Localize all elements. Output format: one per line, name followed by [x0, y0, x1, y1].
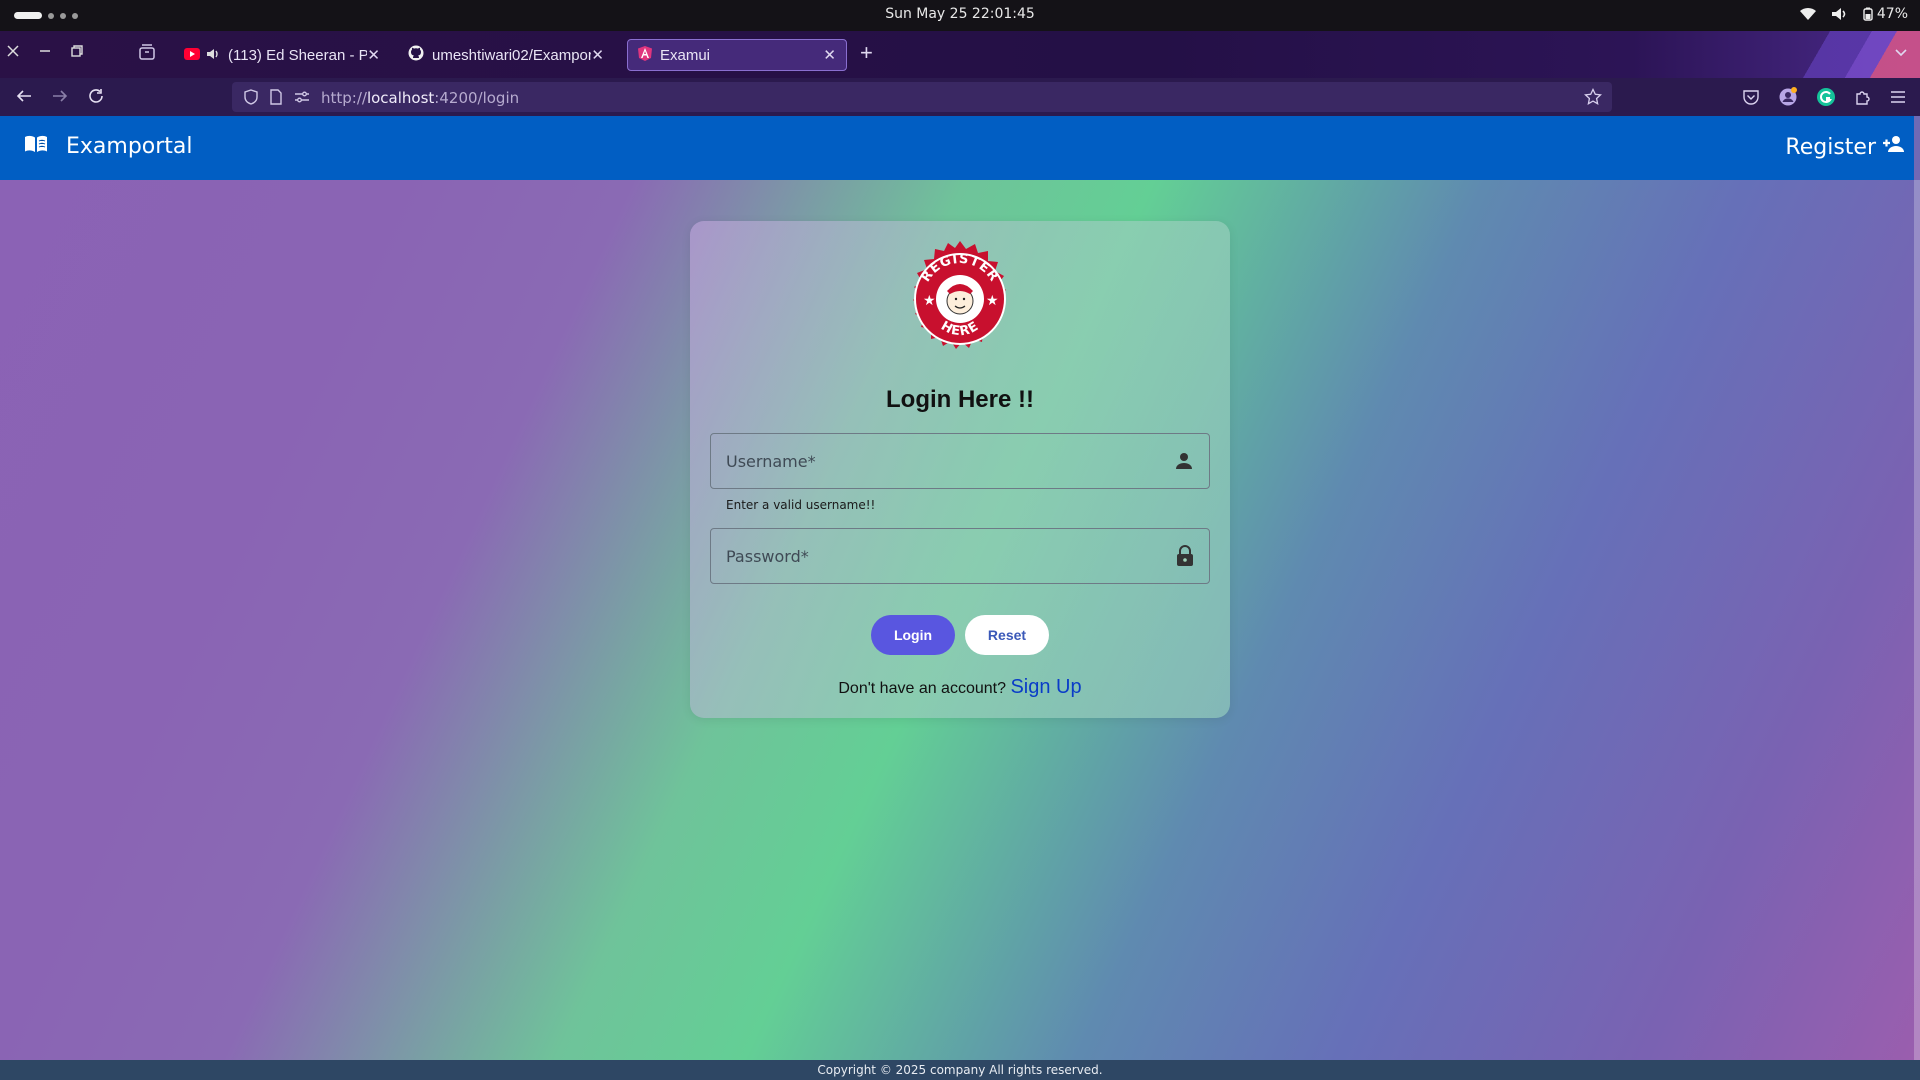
hamburger-menu-icon[interactable]	[1890, 90, 1906, 109]
pocket-icon[interactable]	[1742, 88, 1760, 111]
menu-book-icon	[24, 134, 48, 159]
permissions-icon[interactable]	[294, 89, 310, 110]
close-tab-icon[interactable]: ✕	[823, 46, 836, 64]
url-scheme: http://	[321, 89, 367, 107]
register-button[interactable]: Register	[1785, 134, 1906, 160]
tab-title: umeshtiwari02/Examport	[432, 46, 592, 64]
register-here-logo: REGISTER HERE ★ ★	[900, 239, 1020, 359]
tab-title: Examui	[660, 46, 711, 64]
audio-playing-icon[interactable]	[206, 47, 220, 64]
login-card: REGISTER HERE ★ ★ Login Here !! Username…	[690, 221, 1230, 718]
system-clock[interactable]: Sun May 25 22:01:45	[0, 6, 1920, 22]
restore-window-icon[interactable]	[70, 44, 84, 63]
new-tab-icon[interactable]: +	[860, 42, 873, 64]
browser-nav-bar: http://localhost:4200/login	[0, 78, 1920, 116]
battery-icon	[1863, 7, 1873, 21]
extensions-puzzle-icon[interactable]	[1854, 88, 1872, 111]
window-controls	[6, 44, 84, 63]
app-toolbar: Examportal Register	[0, 116, 1914, 180]
grammarly-icon[interactable]	[1816, 87, 1836, 112]
chevron-down-icon[interactable]	[1894, 45, 1908, 63]
system-status-area[interactable]: 47%	[1799, 6, 1908, 22]
page-icon[interactable]	[270, 89, 282, 110]
signup-row: Don't have an account? Sign Up	[690, 676, 1230, 699]
star-icon: ★	[923, 292, 936, 308]
brand-title: Examportal	[66, 134, 193, 159]
os-top-bar: Sun May 25 22:01:45 47%	[0, 0, 1920, 31]
close-tab-icon[interactable]: ✕	[367, 46, 380, 64]
person-add-icon	[1882, 134, 1906, 160]
username-hint: Enter a valid username!!	[726, 498, 876, 512]
signup-link[interactable]: Sign Up	[1010, 676, 1081, 698]
bookmark-star-icon[interactable]	[1584, 87, 1602, 111]
username-placeholder: Username*	[726, 452, 816, 471]
url-text[interactable]: http://localhost:4200/login	[321, 89, 519, 107]
battery-status: 47%	[1863, 6, 1908, 22]
register-label: Register	[1785, 134, 1876, 160]
angular-icon	[638, 45, 652, 65]
url-path: :4200/login	[434, 89, 520, 107]
brand[interactable]: Examportal	[24, 134, 193, 159]
page-scrollbar[interactable]	[1914, 180, 1920, 1080]
github-icon	[408, 45, 424, 65]
tab-youtube[interactable]: (113) Ed Sheeran - Per ✕	[174, 39, 390, 71]
address-bar[interactable]: http://localhost:4200/login	[232, 82, 1612, 112]
signup-prompt: Don't have an account?	[838, 680, 1006, 697]
battery-percent: 47%	[1876, 6, 1908, 22]
tab-examui[interactable]: Examui ✕	[627, 39, 847, 71]
extension-toolbar	[1742, 87, 1906, 112]
person-icon	[1173, 450, 1195, 477]
password-field[interactable]: Password*	[710, 528, 1210, 584]
page-footer: Copyright © 2025 company All rights rese…	[0, 1060, 1920, 1080]
volume-icon	[1831, 7, 1849, 21]
close-window-icon[interactable]	[6, 44, 20, 63]
lock-icon	[1175, 545, 1195, 572]
reload-icon[interactable]	[87, 87, 105, 110]
login-title: Login Here !!	[886, 386, 1034, 413]
password-placeholder: Password*	[726, 547, 809, 566]
login-button[interactable]: Login	[871, 615, 955, 655]
page-viewport: Examportal Register REGISTER HERE ★ ★ Lo…	[0, 116, 1920, 1080]
reset-button[interactable]: Reset	[965, 615, 1049, 655]
url-host: localhost	[366, 89, 435, 107]
close-tab-icon[interactable]: ✕	[591, 46, 604, 64]
youtube-icon	[184, 47, 200, 64]
star-icon: ★	[986, 292, 999, 308]
tab-github[interactable]: umeshtiwari02/Examport ✕	[398, 39, 614, 71]
minimize-window-icon[interactable]	[38, 44, 52, 63]
account-icon[interactable]	[1778, 87, 1798, 112]
back-arrow-icon[interactable]	[15, 87, 33, 110]
tab-title: (113) Ed Sheeran - Per	[228, 46, 368, 64]
shield-icon[interactable]	[244, 89, 258, 110]
username-field[interactable]: Username*	[710, 433, 1210, 489]
browser-tab-strip: (113) Ed Sheeran - Per ✕ umeshtiwari02/E…	[0, 31, 1920, 78]
forward-arrow-icon[interactable]	[51, 87, 69, 110]
tab-manager-icon[interactable]	[138, 43, 156, 66]
wifi-icon	[1799, 7, 1817, 21]
url-info-icons	[244, 89, 310, 110]
